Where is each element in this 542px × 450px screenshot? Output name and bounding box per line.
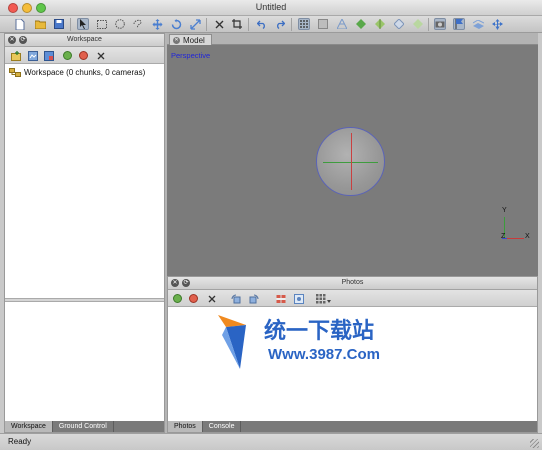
photos-pane: ✕ ⟳ Photos 统一下载站 Www.3987.Com Photos Con…: [167, 276, 538, 433]
view-icon[interactable]: [293, 293, 304, 304]
model-viewport[interactable]: Perspective Y Z X: [167, 45, 538, 276]
show-cameras-icon[interactable]: [434, 18, 446, 30]
show-markers-icon[interactable]: [453, 18, 465, 30]
open-folder-icon[interactable]: [34, 18, 46, 30]
show-points-icon[interactable]: [298, 18, 310, 30]
workspace-tree-label: Workspace (0 chunks, 0 cameras): [24, 68, 146, 77]
watermark-title: 统一下载站: [264, 319, 375, 344]
region-icon[interactable]: [472, 18, 484, 30]
undo-icon[interactable]: [256, 18, 268, 30]
normals-icon[interactable]: [412, 18, 424, 30]
enable-icon[interactable]: [62, 50, 73, 61]
photos-toolbar: [168, 290, 537, 307]
add-folder-icon[interactable]: [43, 50, 54, 61]
rotate-left-icon[interactable]: [230, 293, 241, 304]
x-axis-label: X: [525, 233, 530, 240]
photos-panel-header: ✕ ⟳ Photos: [168, 277, 537, 290]
main-toolbar: [0, 16, 542, 33]
save-disk-icon[interactable]: [53, 18, 65, 30]
mesh-icon[interactable]: [336, 18, 348, 30]
workspace-panel-header: ✕ ⟳ Workspace: [5, 34, 164, 47]
workspace-tree-item[interactable]: Workspace (0 chunks, 0 cameras): [9, 68, 145, 77]
textured-shading-icon[interactable]: [374, 18, 386, 30]
watermark-logo-icon: [218, 315, 246, 369]
tab-workspace[interactable]: Workspace: [5, 421, 53, 432]
remove-icon[interactable]: [95, 50, 106, 61]
status-bar: Ready: [0, 433, 542, 450]
wireframe-icon[interactable]: [393, 18, 405, 30]
workspace-pane: ✕ ⟳ Workspace Workspace (0 chunks, 0 cam…: [4, 33, 165, 433]
axis-indicator: Y Z X: [500, 207, 530, 243]
delete-icon[interactable]: [213, 18, 225, 30]
tab-console[interactable]: Console: [203, 421, 242, 432]
window-title: Untitled: [255, 2, 287, 12]
close-tab-icon[interactable]: ✕: [173, 36, 180, 44]
tab-photos[interactable]: Photos: [168, 421, 203, 432]
disable-icon[interactable]: [78, 50, 89, 61]
add-chunk-icon[interactable]: [10, 50, 21, 61]
rectangle-select-icon[interactable]: [96, 18, 108, 30]
new-document-icon[interactable]: [14, 18, 26, 30]
y-axis-label: Y: [502, 207, 507, 214]
model-tabbar: ✕ Model: [167, 33, 538, 45]
add-photos-icon[interactable]: [27, 50, 38, 61]
left-bottom-tabs: Workspace Ground Control: [5, 421, 164, 432]
dense-cloud-icon[interactable]: [317, 18, 329, 30]
solid-shading-icon[interactable]: [355, 18, 367, 30]
workspace-icon: [9, 68, 21, 77]
tab-model[interactable]: ✕ Model: [169, 34, 212, 45]
watermark-url: Www.3987.Com: [268, 346, 380, 363]
z-axis-label: Z: [501, 233, 506, 240]
navigation-icon[interactable]: [491, 18, 503, 30]
remove-icon[interactable]: [206, 293, 217, 304]
pointer-icon[interactable]: [77, 18, 89, 30]
move-object-icon[interactable]: [151, 18, 163, 30]
workspace-split-handle[interactable]: [5, 298, 164, 302]
redo-icon[interactable]: [274, 18, 286, 30]
enable-icon[interactable]: [172, 293, 183, 304]
resize-object-icon[interactable]: [189, 18, 201, 30]
thumbnail-view-icon[interactable]: [315, 293, 331, 304]
right-bottom-tabs: Photos Console: [168, 421, 537, 432]
window-titlebar: Untitled: [0, 0, 542, 16]
circle-select-icon[interactable]: [114, 18, 126, 30]
status-text: Ready: [8, 437, 32, 446]
rotate-object-icon[interactable]: [170, 18, 182, 30]
free-select-icon[interactable]: [132, 18, 144, 30]
trackball-sphere: [316, 127, 385, 196]
workspace-toolbar: [5, 47, 164, 64]
tab-ground-control[interactable]: Ground Control: [53, 421, 114, 432]
rotate-right-icon[interactable]: [248, 293, 259, 304]
site-watermark: 统一下载站 Www.3987.Com: [216, 309, 406, 375]
view-mode-label: Perspective: [171, 51, 211, 60]
crop-icon[interactable]: [231, 18, 243, 30]
mask-icon[interactable]: [275, 293, 286, 304]
photos-panel-title: Photos: [341, 279, 364, 286]
disable-icon[interactable]: [188, 293, 199, 304]
resize-grip-icon[interactable]: [530, 439, 539, 448]
workspace-panel-title: Workspace: [67, 36, 102, 43]
model-tab-label: Model: [183, 35, 205, 45]
